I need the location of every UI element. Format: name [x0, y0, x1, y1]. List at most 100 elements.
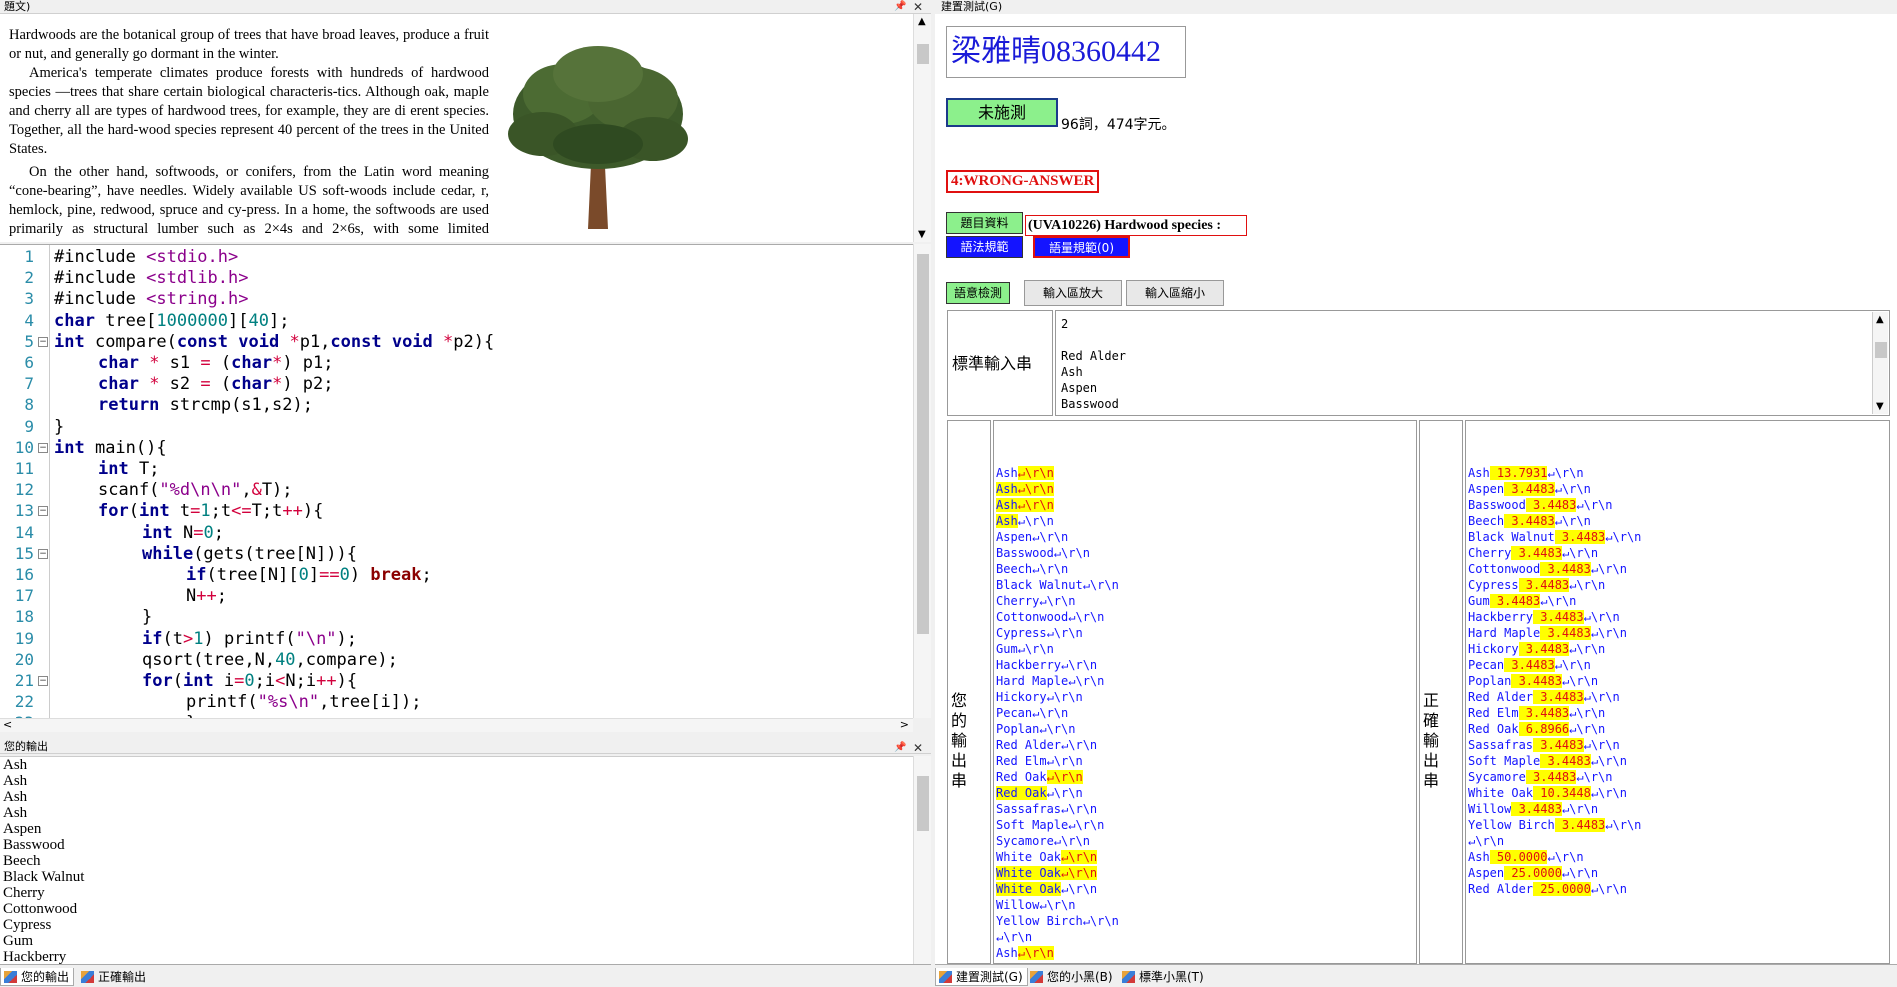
output-text: Hard Maple — [996, 674, 1069, 688]
correct-output-row: Sycamore 3.4483↵\r\n — [1466, 769, 1889, 785]
syntax-rules-button[interactable]: 語法規範 — [946, 236, 1023, 258]
output-text: Red Alder — [1468, 690, 1534, 704]
problem-info-button[interactable]: 題目資料 — [946, 212, 1023, 234]
your-output-row: Cottonwood↵\r\n — [994, 609, 1416, 625]
your-output-row: Basswood↵\r\n — [994, 545, 1416, 561]
tab-build-test[interactable]: 建置測試(G) — [935, 968, 1028, 986]
semantic-rules-button[interactable]: 語量規範(0) — [1033, 236, 1130, 258]
fold-toggle-icon[interactable]: − — [38, 676, 48, 686]
fold-toggle-icon[interactable]: − — [38, 336, 48, 347]
your-output-row: White Oak↵\r\n — [994, 881, 1416, 897]
output-text: Willow — [1468, 802, 1512, 816]
code-editor[interactable]: 1 2 3 4 5−6 7 8 9 10−11 12 13−14 15−16 17 18 19 20 21−22… — [0, 244, 913, 732]
line-ending: ↵\r\n — [1561, 802, 1599, 816]
editor-vertical-scrollbar[interactable] — [913, 244, 931, 718]
diff-value: 50.0000 — [1489, 850, 1548, 864]
line-ending: ↵\r\n — [996, 930, 1033, 944]
your-output-label-cell: 您的輸出串 — [947, 420, 991, 964]
output-line: Cottonwood — [3, 901, 78, 917]
code-line: printf("%s\n",tree[i]); — [186, 692, 422, 713]
pin-icon[interactable]: 📌 — [894, 0, 906, 14]
fold-toggle-icon[interactable]: − — [38, 548, 48, 559]
output-line: Ash — [3, 757, 28, 773]
output-text: Red Elm — [996, 754, 1047, 768]
std-input-line — [1056, 332, 1889, 348]
close-icon[interactable]: ✕ — [913, 741, 923, 755]
output-text: Red Oak — [1468, 722, 1519, 736]
your-output-row: Ash↵\r\n — [994, 945, 1416, 961]
line-ending: ↵\r\n — [1590, 786, 1627, 800]
tab-your-blackbox[interactable]: 您的小黑(B) — [1027, 968, 1117, 986]
line-ending: ↵\r\n — [1082, 914, 1119, 928]
status-button[interactable]: 未施測 — [946, 98, 1058, 127]
line-ending: ↵\r\n — [1061, 802, 1098, 816]
line-ending: ↵\r\n — [1017, 946, 1054, 960]
std-input-box[interactable]: 2 Red Alder Ash Aspen Basswood — [1055, 310, 1890, 416]
editor-horizontal-scrollbar[interactable]: < > — [0, 718, 913, 732]
line-ending: ↵\r\n — [1017, 466, 1054, 480]
diff-value: 3.4483 — [1540, 754, 1591, 768]
right-bottom-tabs: 建置測試(G) 您的小黑(B) 標準小黑(T) — [935, 964, 1897, 987]
correct-output-row: Hard Maple 3.4483↵\r\n — [1466, 625, 1889, 641]
correct-output-row: Hickory 3.4483↵\r\n — [1466, 641, 1889, 657]
problem-scrollbar[interactable]: ▲ ▼ — [913, 14, 931, 242]
your-output-row: Black Walnut↵\r\n — [994, 577, 1416, 593]
correct-output-row: Yellow Birch 3.4483↵\r\n — [1466, 817, 1889, 833]
line-ending: ↵\r\n — [1583, 690, 1620, 704]
diff-value: 3.4483 — [1533, 738, 1584, 752]
std-input-line: Aspen — [1061, 381, 1098, 395]
correct-output-label: 正確輸出串 — [1423, 691, 1440, 790]
line-number: 16 — [14, 565, 34, 584]
line-ending: ↵\r\n — [1053, 546, 1090, 560]
diff-value: 3.4483 — [1554, 818, 1606, 832]
semantic-check-button[interactable]: 語意檢測 — [946, 282, 1010, 304]
word-count: 96詞，474字元。 — [1061, 117, 1176, 133]
input-enlarge-button[interactable]: 輸入區放大 — [1024, 280, 1122, 306]
line-ending: ↵\r\n — [1569, 706, 1606, 720]
tab-std-blackbox[interactable]: 標準小黑(T) — [1119, 968, 1208, 986]
line-ending: ↵\r\n — [1590, 562, 1627, 576]
output-text: Aspen — [996, 530, 1033, 544]
line-ending: ↵\r\n — [1561, 866, 1599, 880]
correct-output-row: Red Oak 6.8966↵\r\n — [1466, 721, 1889, 737]
output-line: Ash — [3, 773, 28, 789]
output-line: Ash — [3, 789, 28, 805]
output-text: Beech — [1468, 514, 1505, 528]
output-line: Cherry — [3, 885, 45, 901]
output-line: Cypress — [3, 917, 52, 933]
code-line: scanf("%d\n\n",&T); — [98, 480, 293, 501]
diff-value: 3.4483 — [1518, 642, 1570, 656]
your-output-row: Sycamore↵\r\n — [994, 833, 1416, 849]
output-text: Sassafras — [1468, 738, 1534, 752]
input-scrollbar[interactable]: ▲ ▼ — [1872, 312, 1888, 414]
output-text: Black Walnut — [996, 578, 1083, 592]
output-text: Beech — [996, 562, 1033, 576]
code-line: for(int t=1;t<=T;t++){ — [98, 501, 324, 522]
output-line: Beech — [3, 853, 41, 869]
your-output-label: 您的輸出串 — [951, 691, 968, 790]
tab-your-output[interactable]: 您的輸出 — [0, 968, 75, 986]
output-text: Red Oak — [996, 770, 1047, 784]
output-scrollbar[interactable] — [913, 756, 931, 964]
output-text: Ash — [996, 946, 1018, 960]
code-line: if(t>1) printf("\n"); — [142, 628, 358, 649]
output-text: Willow — [996, 898, 1040, 912]
correct-output-row: Pecan 3.4483↵\r\n — [1466, 657, 1889, 673]
line-number: 7 — [24, 374, 34, 394]
output-text: Gum — [996, 642, 1018, 656]
correct-output-row: Poplan 3.4483↵\r\n — [1466, 673, 1889, 689]
close-icon[interactable]: ✕ — [913, 0, 923, 14]
line-number: 15 — [14, 543, 34, 563]
line-ending: ↵\r\n — [1053, 834, 1090, 848]
pin-icon[interactable]: 📌 — [894, 741, 906, 755]
tab-correct-output[interactable]: 正確輸出 — [78, 968, 150, 986]
line-number: 22 — [14, 692, 34, 712]
correct-output-row: Cherry 3.4483↵\r\n — [1466, 545, 1889, 561]
fold-toggle-icon[interactable]: − — [38, 506, 48, 517]
output-text: Basswood — [1468, 498, 1526, 512]
code-line: int compare(const void *p1,const void *p… — [54, 331, 495, 352]
line-number: 14 — [14, 522, 34, 542]
fold-toggle-icon[interactable]: − — [38, 442, 48, 453]
your-output-list: Ash Ash Ash Ash Aspen Basswood Beech Black Waln… — [0, 756, 913, 964]
input-shrink-button[interactable]: 輸入區縮小 — [1126, 280, 1224, 306]
